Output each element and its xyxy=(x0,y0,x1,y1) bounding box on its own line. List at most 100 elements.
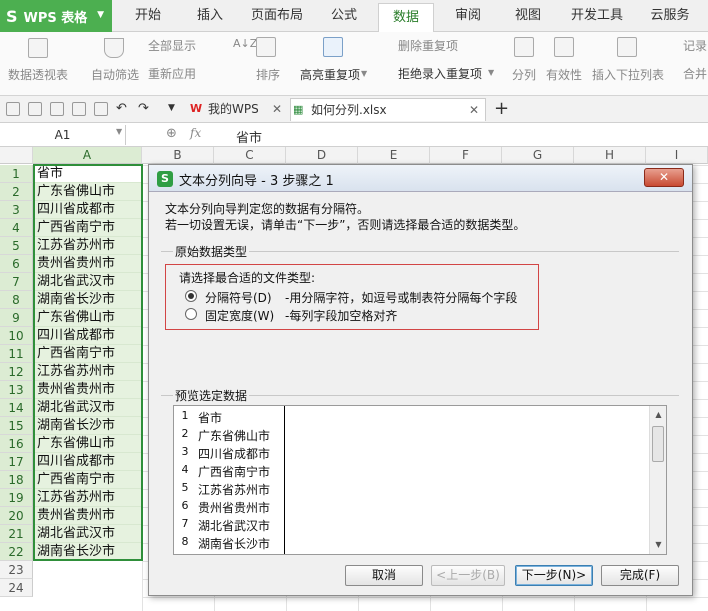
tab-my-wps[interactable]: W 我的WPS ✕ xyxy=(188,98,282,121)
remove-duplicates-button[interactable]: 删除重复项 xyxy=(398,37,458,54)
tab-formula[interactable]: 公式 xyxy=(318,0,370,32)
cell-a[interactable]: 广东省佛山市 xyxy=(33,435,142,453)
column-header[interactable]: G xyxy=(502,147,574,164)
delimited-radio[interactable] xyxy=(185,290,197,302)
column-header[interactable]: H xyxy=(574,147,646,164)
row-header[interactable]: 18 xyxy=(0,471,33,489)
fixed-width-label[interactable]: 固定宽度(W) xyxy=(205,307,274,324)
row-header[interactable]: 6 xyxy=(0,255,33,273)
cell-a[interactable]: 广西省南宁市 xyxy=(33,471,142,489)
column-header[interactable]: D xyxy=(286,147,358,164)
delimited-label[interactable]: 分隔符号(D) xyxy=(205,289,272,306)
row-header[interactable]: 22 xyxy=(0,543,33,561)
scroll-thumb[interactable] xyxy=(652,426,664,462)
zoom-icon[interactable]: ⊕ xyxy=(166,126,177,141)
row-header[interactable]: 20 xyxy=(0,507,33,525)
close-icon[interactable]: ✕ xyxy=(469,99,479,122)
row-header[interactable]: 2 xyxy=(0,183,33,201)
show-all-button[interactable]: 全部显示 xyxy=(148,37,196,54)
export-pdf-icon[interactable] xyxy=(50,102,64,116)
row-header[interactable]: 1 xyxy=(0,165,33,183)
cell-a[interactable]: 四川省成都市 xyxy=(33,453,142,471)
row-header[interactable]: 16 xyxy=(0,435,33,453)
row-header[interactable]: 8 xyxy=(0,291,33,309)
print-icon[interactable] xyxy=(72,102,86,116)
column-header[interactable]: I xyxy=(646,147,708,164)
highlight-duplicates-button[interactable]: 高亮重复项 xyxy=(300,66,360,83)
next-button[interactable]: 下一步(N)> xyxy=(515,565,593,586)
reject-duplicates-button[interactable]: 拒绝录入重复项 xyxy=(398,65,482,82)
chevron-down-icon[interactable]: ▼ xyxy=(168,103,175,113)
cell-a[interactable]: 广西省南宁市 xyxy=(33,219,142,237)
cell-a[interactable]: 湖南省长沙市 xyxy=(33,543,142,561)
scroll-up-icon[interactable]: ▲ xyxy=(650,408,666,422)
row-header[interactable]: 10 xyxy=(0,327,33,345)
column-header[interactable]: C xyxy=(214,147,286,164)
row-header[interactable]: 7 xyxy=(0,273,33,291)
cell-a[interactable]: 广东省佛山市 xyxy=(33,309,142,327)
column-header[interactable]: B xyxy=(142,147,214,164)
sort-button[interactable]: 排序 xyxy=(256,66,280,83)
autofilter-button[interactable]: 自动筛选 xyxy=(91,66,139,83)
row-header[interactable]: 19 xyxy=(0,489,33,507)
cancel-button[interactable]: 取消 xyxy=(345,565,423,586)
reapply-button[interactable]: 重新应用 xyxy=(148,65,196,82)
row-header[interactable]: 5 xyxy=(0,237,33,255)
insert-dropdown-button[interactable]: 插入下拉列表 xyxy=(592,66,664,83)
validation-button[interactable]: 有效性 xyxy=(546,66,582,83)
row-header[interactable]: 3 xyxy=(0,201,33,219)
column-header[interactable]: F xyxy=(430,147,502,164)
name-box[interactable]: A1 xyxy=(0,125,126,145)
record-button[interactable]: 记录 xyxy=(683,37,707,54)
tab-review[interactable]: 审阅 xyxy=(442,0,494,32)
scroll-down-icon[interactable]: ▼ xyxy=(650,538,666,552)
cell-a[interactable]: 湖南省长沙市 xyxy=(33,291,142,309)
cell-a[interactable]: 湖南省长沙市 xyxy=(33,417,142,435)
cell-a[interactable]: 广西省南宁市 xyxy=(33,345,142,363)
cell-a[interactable]: 湖北省武汉市 xyxy=(33,273,142,291)
row-header[interactable]: 11 xyxy=(0,345,33,363)
fx-icon[interactable]: fx xyxy=(190,126,201,140)
open-folder-icon[interactable] xyxy=(6,102,20,116)
cell-a[interactable]: 江苏省苏州市 xyxy=(33,489,142,507)
row-header[interactable]: 21 xyxy=(0,525,33,543)
preview-box[interactable]: 1 省市 2 广东省佛山市 3 四川省成都市 4 广西省南宁市 5 江苏省苏州市 6 贵州省贵州市 7 湖… xyxy=(173,405,667,555)
wps-logo-button[interactable]: S WPS 表格 ▼ xyxy=(0,0,112,32)
cell-a[interactable]: 湖北省武汉市 xyxy=(33,399,142,417)
tab-view[interactable]: 视图 xyxy=(502,0,554,32)
formula-content[interactable]: 省市 xyxy=(236,127,262,146)
tab-cloud[interactable]: 云服务 xyxy=(640,0,700,32)
preview-scrollbar[interactable]: ▲ ▼ xyxy=(649,406,666,554)
row-header[interactable]: 14 xyxy=(0,399,33,417)
row-header[interactable]: 24 xyxy=(0,579,33,597)
finish-button[interactable]: 完成(F) xyxy=(601,565,679,586)
cell-a[interactable]: 江苏省苏州市 xyxy=(33,237,142,255)
tab-insert[interactable]: 插入 xyxy=(184,0,236,32)
tab-page-layout[interactable]: 页面布局 xyxy=(244,0,310,32)
cell-a[interactable]: 四川省成都市 xyxy=(33,201,142,219)
tab-file[interactable]: ▦ 如何分列.xlsx ✕ xyxy=(290,98,486,121)
close-icon[interactable]: ✕ xyxy=(272,98,282,121)
split-column-button[interactable]: 分列 xyxy=(512,66,536,83)
row-header[interactable]: 12 xyxy=(0,363,33,381)
select-all-corner[interactable] xyxy=(0,147,33,164)
cell-a[interactable]: 四川省成都市 xyxy=(33,327,142,345)
preview-icon[interactable] xyxy=(94,102,108,116)
column-header[interactable]: E xyxy=(358,147,430,164)
cell-a[interactable]: 广东省佛山市 xyxy=(33,183,142,201)
row-header[interactable]: 4 xyxy=(0,219,33,237)
row-header[interactable]: 17 xyxy=(0,453,33,471)
cell-a[interactable]: 江苏省苏州市 xyxy=(33,363,142,381)
row-header[interactable]: 15 xyxy=(0,417,33,435)
back-button[interactable]: <上一步(B) xyxy=(431,565,505,586)
cell-a[interactable]: 贵州省贵州市 xyxy=(33,507,142,525)
pivot-table-button[interactable]: 数据透视表 xyxy=(8,66,68,83)
cell-a[interactable]: 省市 xyxy=(33,165,142,183)
dialog-title-bar[interactable]: S 文本分列向导 - 3 步骤之 1 ✕ xyxy=(149,165,692,192)
tab-data[interactable]: 数据 xyxy=(378,3,434,33)
redo-icon[interactable]: ↷ xyxy=(138,101,149,116)
chevron-down-icon[interactable]: ▼ xyxy=(116,127,122,136)
fixed-width-radio[interactable] xyxy=(185,308,197,320)
new-tab-plus-icon[interactable]: + xyxy=(494,98,509,119)
cell-a[interactable]: 贵州省贵州市 xyxy=(33,381,142,399)
